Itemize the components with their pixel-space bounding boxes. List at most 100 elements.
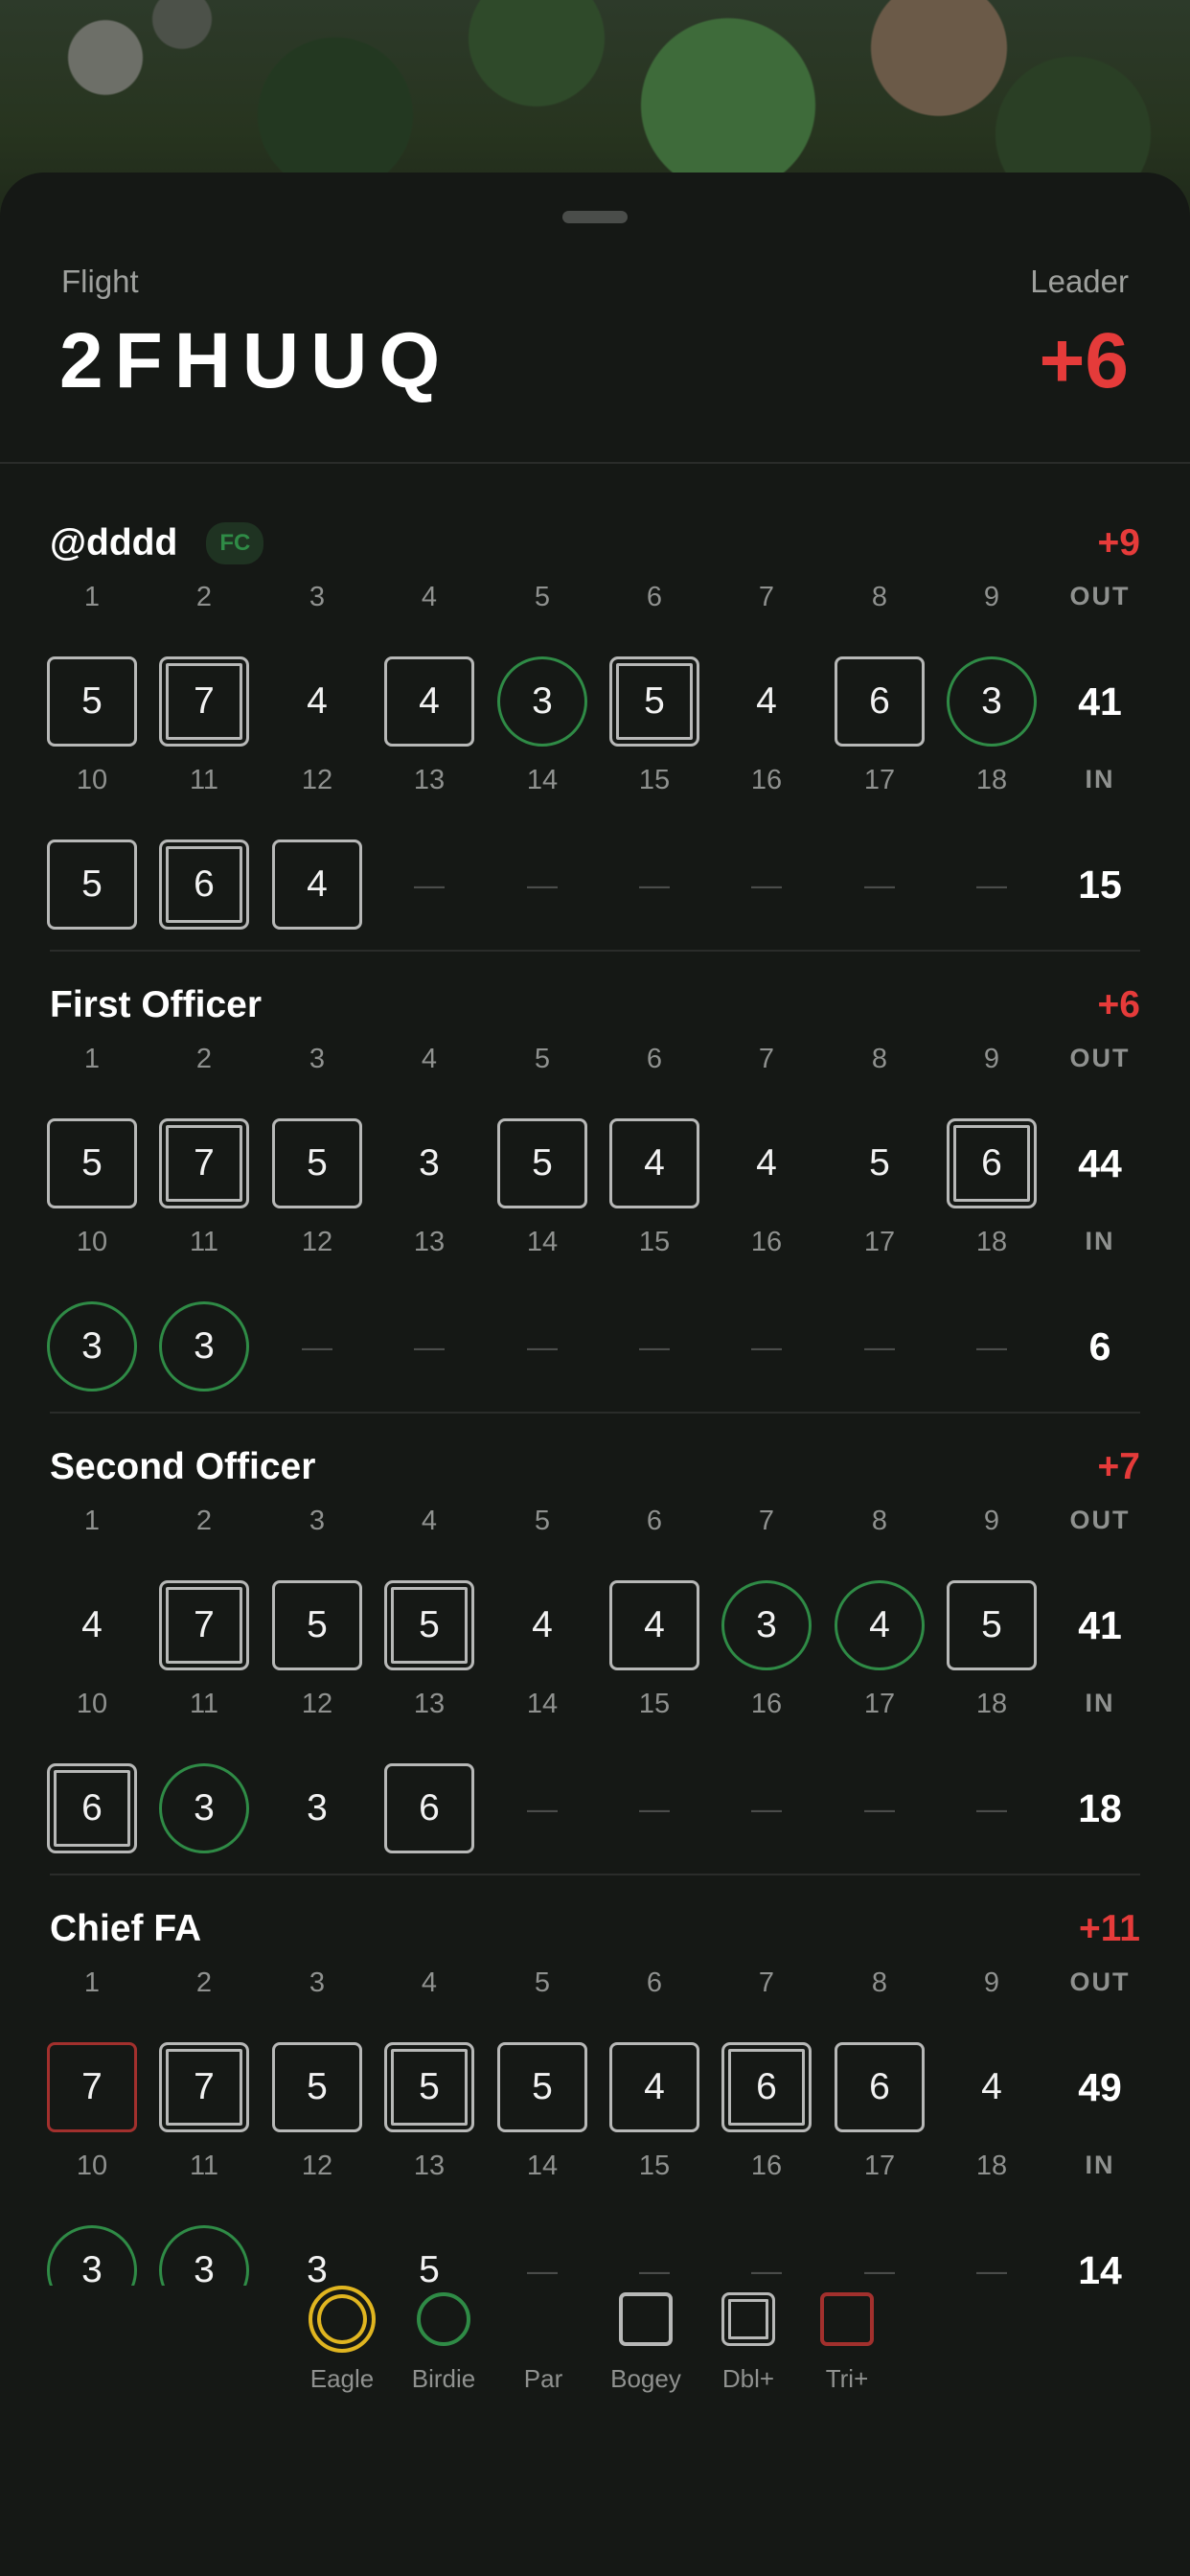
hole-score-dbl[interactable]: 5 [384,1580,474,1670]
hole-score-dash[interactable]: — [272,1301,362,1392]
hole-score-par[interactable]: 4 [47,1580,137,1670]
hole-score-bogey[interactable]: 5 [947,1580,1037,1670]
hole-score-dash[interactable]: — [835,1301,925,1392]
hole-score-bogey[interactable]: 4 [609,1118,699,1208]
hole-score-bogey[interactable]: 5 [497,2042,587,2132]
hole-number: 17 [863,1227,896,1257]
hole-score-dash[interactable]: — [384,1301,474,1392]
hole-number: 8 [871,582,888,612]
leader-score: +6 [1039,317,1130,404]
hole-score-dash[interactable]: — [497,1301,587,1392]
hole-score-bogey[interactable]: 4 [272,840,362,930]
hole-score-birdie[interactable]: 3 [159,1763,249,1853]
hole-score-dbl[interactable]: 6 [47,1763,137,1853]
hole-score-birdie[interactable]: 3 [159,1301,249,1392]
hole-score-par[interactable]: 4 [272,656,362,747]
hole-number-row: 1 2 3 4 5 6 7 8 9 OUT [0,1967,1190,2006]
header-divider [0,462,1190,464]
hole-score-bogey[interactable]: 4 [384,656,474,747]
hole-score-bogey[interactable]: 5 [47,1118,137,1208]
hole-number: 14 [526,1689,559,1719]
hole-score-bogey[interactable]: 5 [272,1580,362,1670]
hole-score-dash[interactable]: — [609,1301,699,1392]
drag-handle[interactable] [562,211,628,223]
hole-score-par[interactable]: 4 [721,1118,812,1208]
hole-number: 18 [975,2150,1008,2181]
hole-score-birdie[interactable]: 3 [947,656,1037,747]
legend-item: Birdie [386,2286,501,2394]
hole-score-dash[interactable]: — [497,1763,587,1853]
hole-score-dbl[interactable]: 6 [947,1118,1037,1208]
hole-score-dbl[interactable]: 5 [609,656,699,747]
hole-score-dash[interactable]: — [835,840,925,930]
hole-score-dbl[interactable]: 7 [159,1118,249,1208]
hole-score-dbl[interactable]: 7 [159,1580,249,1670]
hole-score-dash[interactable]: — [721,840,812,930]
hole-score-bogey[interactable]: 5 [497,1118,587,1208]
hole-score-dbl[interactable]: 6 [159,840,249,930]
hole-number: 16 [750,1689,783,1719]
hole-score-bogey[interactable]: 5 [47,840,137,930]
hole-score-dash[interactable]: — [835,1763,925,1853]
hole-score-dash[interactable]: — [609,1763,699,1853]
hole-number: 11 [189,2150,219,2181]
hole-score-birdie[interactable]: 4 [835,1580,925,1670]
hole-score-bogey[interactable]: 5 [272,1118,362,1208]
hole-score-dash[interactable]: — [947,1301,1037,1392]
hole-score-par[interactable]: 5 [835,1118,925,1208]
hole-number: 15 [638,1689,671,1719]
hole-score-tri[interactable]: 7 [47,2042,137,2132]
out-label: OUT [1069,1967,1131,1996]
hole-score-par[interactable]: 4 [947,2042,1037,2132]
player-card[interactable]: Second Officer +7 1 2 3 4 5 6 7 8 9 OUT 4 7 5 5 4 4 3 4 5 41 1… [0,1446,1190,1906]
legend-label: Dbl+ [721,2364,775,2393]
scorecard-sheet[interactable]: Flight Leader 2FHUUQ +6 @dddd FC +9 1 2 3 4 5 6 7… [0,172,1190,2576]
hole-number: 1 [83,582,101,612]
hole-score-dash[interactable]: — [947,840,1037,930]
player-card[interactable]: First Officer +6 1 2 3 4 5 6 7 8 9 OUT 5 7 5 3 5 4 4 5 6 44 10… [0,984,1190,1444]
hole-number: 8 [871,1044,888,1074]
hole-score-dash[interactable]: — [721,1301,812,1392]
player-name-text: Second Officer [50,1446,316,1487]
hole-score-par[interactable]: 3 [272,1763,362,1853]
hole-score-birdie[interactable]: 3 [47,1301,137,1392]
hole-number: 7 [758,582,775,612]
hole-score-dbl[interactable]: 6 [721,2042,812,2132]
player-divider [50,950,1140,952]
hole-number: 11 [189,1689,219,1719]
hole-score-dbl[interactable]: 7 [159,2042,249,2132]
hole-score-bogey[interactable]: 4 [609,2042,699,2132]
player-total-to-par: +7 [1097,1446,1140,1487]
hole-score-dash[interactable]: — [497,840,587,930]
double-bogey-icon [721,2292,775,2346]
player-card[interactable]: @dddd FC +9 1 2 3 4 5 6 7 8 9 OUT 5 7 4 4 3 5 4 6 3 41 10 11 12 13… [0,522,1190,982]
hole-score-bogey[interactable]: 6 [384,1763,474,1853]
hole-score-par[interactable]: 4 [497,1580,587,1670]
hole-score-bogey[interactable]: 4 [609,1580,699,1670]
hole-score-par[interactable]: 3 [384,1118,474,1208]
hole-score-dash[interactable]: — [609,840,699,930]
hole-score-dbl[interactable]: 7 [159,656,249,747]
hole-number: 2 [195,1506,213,1536]
hole-score-bogey[interactable]: 6 [835,2042,925,2132]
hole-score-dbl[interactable]: 5 [384,2042,474,2132]
hole-score-bogey[interactable]: 6 [835,656,925,747]
hole-number: 10 [76,2150,108,2181]
hole-score-dash[interactable]: — [384,840,474,930]
hole-number: 13 [413,1689,446,1719]
hole-score-birdie[interactable]: 3 [721,1580,812,1670]
hole-score-bogey[interactable]: 5 [272,2042,362,2132]
hole-score-bogey[interactable]: 5 [47,656,137,747]
hole-number: 7 [758,1967,775,1998]
hole-score-dash[interactable]: — [721,1763,812,1853]
hole-score-par[interactable]: 4 [721,656,812,747]
hole-number: 5 [534,1044,551,1074]
hole-score-birdie[interactable]: 3 [497,656,587,747]
hole-number: 14 [526,2150,559,2181]
hole-score-row: 3 3— — — — — — —6 [0,1301,1190,1397]
hole-score-dash[interactable]: — [947,1763,1037,1853]
hole-number-row: 10 11 12 13 14 15 16 17 18 IN [0,1689,1190,1727]
hole-number: 1 [83,1506,101,1536]
out-label: OUT [1069,1044,1131,1072]
player-total-to-par: +6 [1097,984,1140,1025]
